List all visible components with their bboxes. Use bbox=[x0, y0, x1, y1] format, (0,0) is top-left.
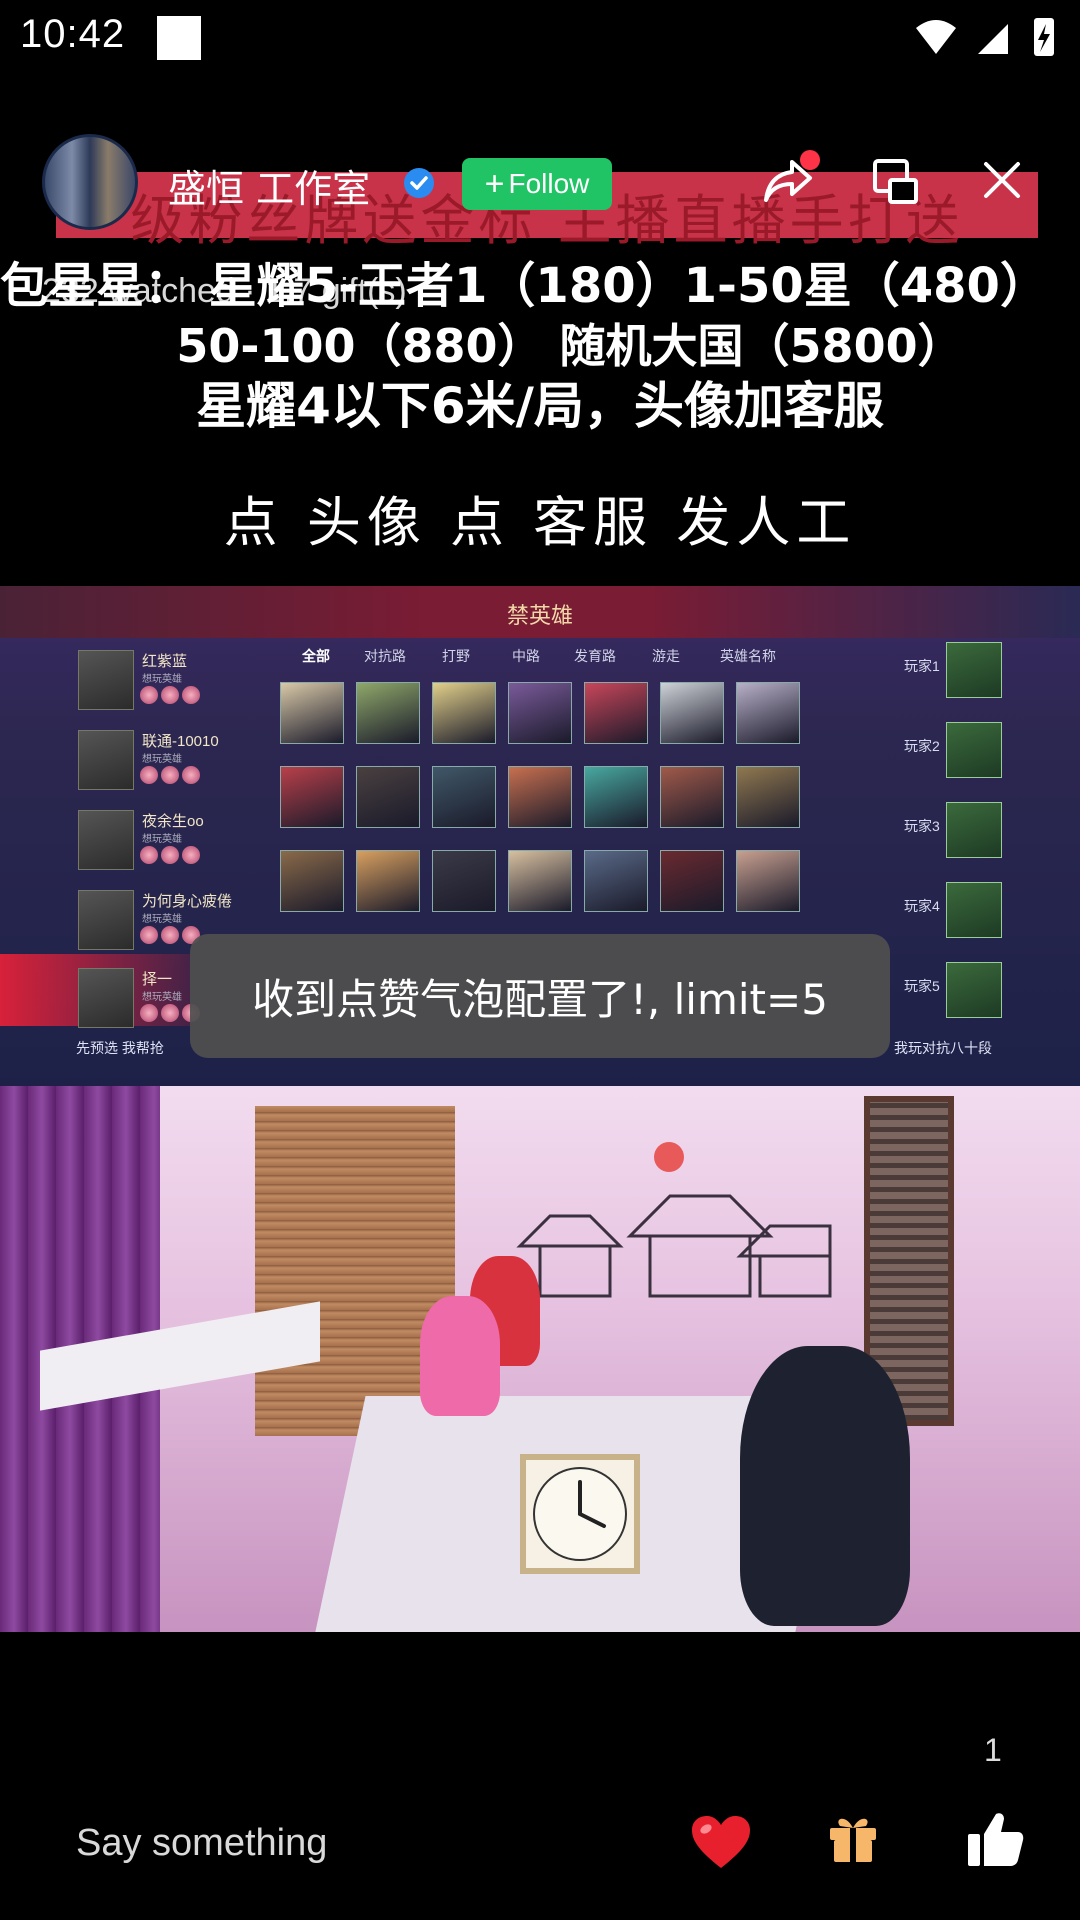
hero-portrait bbox=[736, 850, 800, 912]
follow-button[interactable]: + Follow bbox=[462, 158, 612, 210]
promo-line-3: 星耀4以下6米/局，头像加客服 bbox=[196, 377, 884, 435]
hero-portrait bbox=[660, 682, 724, 744]
picture-in-picture-icon[interactable] bbox=[872, 158, 920, 206]
hero-portrait bbox=[432, 766, 496, 828]
player-portrait bbox=[78, 650, 134, 710]
player-sub: 想玩英雄 bbox=[142, 914, 182, 925]
hero-portrait bbox=[356, 850, 420, 912]
hero-portrait bbox=[432, 850, 496, 912]
player-slot-pic bbox=[946, 722, 1002, 778]
hero-portrait bbox=[584, 850, 648, 912]
player-name: 联通-10010 bbox=[142, 733, 219, 750]
game-player-slots: 玩家1 玩家2 玩家3 玩家4 玩家5 bbox=[900, 642, 1060, 1062]
wifi-icon bbox=[916, 20, 956, 54]
hero-portrait bbox=[280, 766, 344, 828]
player-sub: 想玩英雄 bbox=[142, 754, 182, 765]
host-name[interactable]: 盛恒 工作室 bbox=[168, 158, 370, 213]
status-bar: 10:42 bbox=[0, 0, 1080, 76]
stats-line: 232 watched · 1.7 gift(s) bbox=[42, 272, 407, 310]
player-portrait bbox=[78, 890, 134, 950]
mural-sun bbox=[654, 1142, 684, 1172]
hero-portrait bbox=[508, 850, 572, 912]
player-sub: 想玩英雄 bbox=[142, 674, 182, 685]
player-slot-pic bbox=[946, 802, 1002, 858]
toast-message: 收到点赞气泡配置了!, limit=5 bbox=[190, 934, 890, 1058]
player-name: 红紫蓝 bbox=[142, 653, 188, 670]
hero-portrait bbox=[660, 850, 724, 912]
wall-clock bbox=[520, 1454, 640, 1574]
hero-tab: 游走 bbox=[652, 648, 680, 664]
player-slot-label: 玩家5 bbox=[904, 978, 940, 994]
player-portrait bbox=[78, 810, 134, 870]
player-slot: 玩家4 bbox=[900, 882, 1002, 952]
hero-portrait bbox=[508, 682, 572, 744]
player-slot-label: 玩家1 bbox=[904, 658, 940, 674]
status-time: 10:42 bbox=[20, 12, 126, 56]
hero-portrait bbox=[356, 682, 420, 744]
hero-portrait bbox=[280, 682, 344, 744]
player-slot: 玩家3 bbox=[900, 802, 1002, 872]
gift-icon[interactable] bbox=[826, 1810, 880, 1864]
game-player: 联通-10010 想玩英雄 bbox=[70, 726, 260, 798]
heart-icon[interactable] bbox=[690, 1814, 752, 1870]
promo-line-4: 点 头像 点 客服 发人工 bbox=[223, 491, 857, 554]
player-sub: 想玩英雄 bbox=[142, 992, 182, 1003]
hero-tab: 对抗路 bbox=[364, 648, 406, 664]
person bbox=[740, 1346, 910, 1626]
player-portrait bbox=[78, 968, 134, 1028]
hero-portrait bbox=[356, 766, 420, 828]
hero-tab: 英雄名称 bbox=[720, 648, 776, 664]
person bbox=[420, 1296, 500, 1416]
hero-tabs: 全部 对抗路 打野 中路 发育路 游走 英雄名称 bbox=[290, 646, 810, 676]
player-name: 择一 bbox=[142, 971, 173, 988]
player-slot: 玩家1 bbox=[900, 642, 1002, 712]
follow-label: Follow bbox=[508, 168, 590, 199]
comment-input[interactable]: Say something bbox=[76, 1822, 327, 1865]
player-slot-pic bbox=[946, 882, 1002, 938]
player-sub: 想玩英雄 bbox=[142, 834, 182, 845]
notification-dot bbox=[800, 150, 820, 170]
player-slot-pic bbox=[946, 962, 1002, 1018]
player-slot: 玩家2 bbox=[900, 722, 1002, 792]
thumbs-up-icon[interactable] bbox=[966, 1810, 1024, 1868]
hero-portrait bbox=[280, 850, 344, 912]
like-count: 1 bbox=[984, 1732, 1002, 1768]
hero-tab: 全部 bbox=[302, 648, 330, 664]
game-title: 禁英雄 bbox=[506, 603, 573, 628]
player-slot-label: 玩家2 bbox=[904, 738, 940, 754]
hero-portrait bbox=[660, 766, 724, 828]
notification-icon bbox=[157, 16, 201, 60]
player-slot-label: 玩家4 bbox=[904, 898, 940, 914]
close-icon[interactable] bbox=[980, 158, 1024, 202]
verified-badge-icon bbox=[404, 168, 434, 198]
player-hero-icons bbox=[140, 686, 230, 706]
player-name: 为何身心疲倦 bbox=[142, 893, 233, 910]
player-hero-icons bbox=[140, 766, 230, 786]
hero-portrait bbox=[432, 682, 496, 744]
player-slot-label: 玩家3 bbox=[904, 818, 940, 834]
hero-portrait bbox=[584, 766, 648, 828]
hero-tab: 发育路 bbox=[574, 648, 616, 664]
host-avatar[interactable] bbox=[42, 134, 138, 230]
game-player: 红紫蓝 想玩英雄 bbox=[70, 646, 260, 718]
game-bottom-right: 我玩对抗八十段 bbox=[894, 1040, 992, 1056]
hero-portrait bbox=[508, 766, 572, 828]
game-bottom-left: 先预选 我帮抢 bbox=[76, 1040, 164, 1056]
hero-portrait bbox=[584, 682, 648, 744]
hero-tab: 中路 bbox=[512, 648, 540, 664]
hero-portrait bbox=[736, 682, 800, 744]
player-hero-icons bbox=[140, 846, 230, 866]
game-player: 夜余生oo 想玩英雄 bbox=[70, 806, 260, 878]
hero-tab: 打野 bbox=[442, 648, 470, 664]
signal-icon bbox=[978, 24, 1008, 54]
camera-scene bbox=[0, 1086, 1080, 1632]
player-portrait bbox=[78, 730, 134, 790]
player-slot-pic bbox=[946, 642, 1002, 698]
hero-portrait bbox=[736, 766, 800, 828]
plus-icon: + bbox=[484, 165, 505, 203]
status-icons bbox=[916, 18, 1054, 56]
clock-icon bbox=[533, 1467, 627, 1561]
player-slot: 玩家5 bbox=[900, 962, 1002, 1032]
player-name: 夜余生oo bbox=[142, 813, 204, 830]
